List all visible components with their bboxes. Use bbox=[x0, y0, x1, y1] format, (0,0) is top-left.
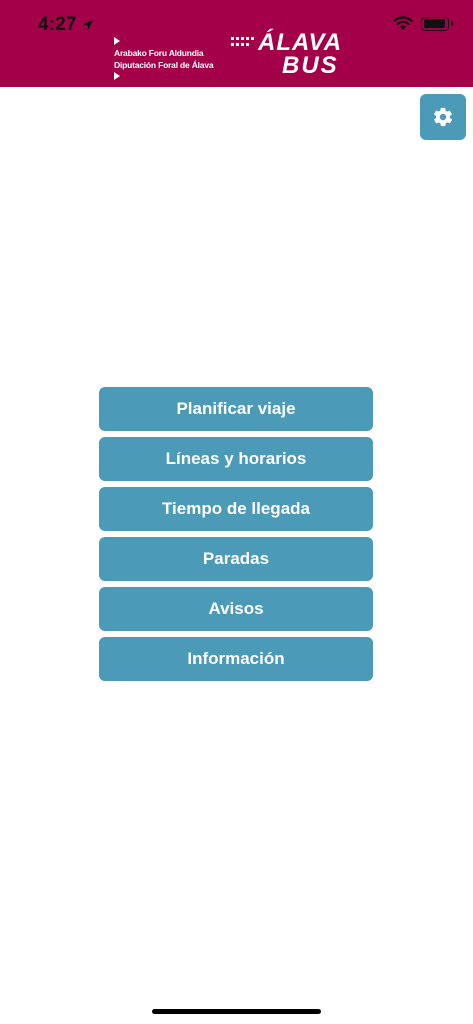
main-menu: Planificar viaje Líneas y horarios Tiemp… bbox=[99, 387, 373, 687]
wifi-icon bbox=[393, 16, 413, 30]
triangle-icon bbox=[114, 37, 120, 45]
gear-icon bbox=[434, 107, 453, 127]
lines-schedules-button[interactable]: Líneas y horarios bbox=[99, 437, 373, 481]
battery-icon bbox=[421, 16, 453, 31]
status-time-text: 4:27 bbox=[38, 14, 77, 35]
home-indicator[interactable] bbox=[152, 1009, 321, 1014]
status-time: 4:27 bbox=[38, 14, 94, 36]
settings-button[interactable] bbox=[420, 94, 466, 140]
alerts-button[interactable]: Avisos bbox=[99, 587, 373, 631]
plan-trip-button[interactable]: Planificar viaje bbox=[99, 387, 373, 431]
org-name: Arabako Foru Aldundia Diputación Foral d… bbox=[114, 36, 214, 82]
logo-bus: BUS bbox=[282, 52, 339, 79]
location-arrow-icon bbox=[82, 20, 93, 30]
arrival-time-button[interactable]: Tiempo de llegada bbox=[99, 487, 373, 531]
stops-button[interactable]: Paradas bbox=[99, 537, 373, 581]
app-header: 4:27 Arabako Foru Aldundia Diputación Fo… bbox=[0, 0, 473, 87]
org-line1: Arabako Foru Aldundia bbox=[114, 48, 204, 58]
logo-dots-icon bbox=[231, 37, 254, 46]
information-button[interactable]: Información bbox=[99, 637, 373, 681]
org-line2: Diputación Foral de Álava bbox=[114, 60, 214, 70]
status-icons bbox=[393, 16, 453, 31]
triangle-icon bbox=[114, 72, 120, 80]
